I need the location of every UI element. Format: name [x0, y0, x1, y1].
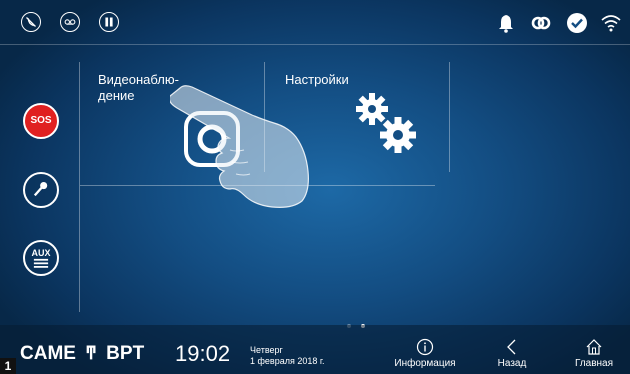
- list-icon: [33, 258, 49, 268]
- wifi-icon: [600, 12, 622, 34]
- do-not-disturb-icon[interactable]: [99, 12, 119, 32]
- status-bar-divider: [0, 44, 630, 45]
- corner-badge: 1: [0, 358, 16, 374]
- brand-separator-icon: ͳ: [85, 343, 97, 363]
- home-button[interactable]: Главная: [566, 338, 622, 369]
- brand-bpt: BPT: [106, 343, 145, 364]
- status-bar: [0, 0, 630, 44]
- tile-video-label-line1: Видеонаблю-: [98, 72, 179, 87]
- info-button[interactable]: Информация: [390, 338, 460, 369]
- info-icon: [416, 338, 434, 356]
- home-label: Главная: [574, 358, 614, 369]
- tile-divider-2: [449, 62, 450, 172]
- check-icon: [566, 12, 588, 34]
- key-button[interactable]: [23, 172, 59, 208]
- clock-time: 19:02: [175, 341, 231, 366]
- brand-logo: CAME ͳ BPT: [20, 343, 144, 365]
- sos-label: SOS: [30, 115, 52, 126]
- voicemail-icon[interactable]: [60, 12, 80, 32]
- link-icon: [530, 12, 552, 34]
- home-screen: SOS AUX Видеонаблю- дение Настройки CAME…: [0, 0, 630, 374]
- gears-icon: [356, 93, 416, 153]
- clock-day: Четверг: [250, 345, 283, 355]
- sos-button[interactable]: SOS: [23, 103, 59, 139]
- back-button[interactable]: Назад: [487, 338, 537, 369]
- chevron-left-icon: [503, 338, 521, 356]
- brand-came: CAME: [20, 343, 76, 364]
- tile-video-label: Видеонаблю- дение: [98, 72, 179, 104]
- tile-video-label-line2: дение: [98, 88, 135, 103]
- clock-date: 1 февраля 2018 г.: [250, 356, 325, 366]
- pointing-hand-icon: [170, 85, 309, 208]
- aux-button[interactable]: AUX: [23, 240, 59, 276]
- bell-icon: [495, 12, 517, 34]
- key-icon: [33, 182, 48, 197]
- home-icon: [585, 338, 603, 356]
- intercom-mute-icon[interactable]: [21, 12, 41, 32]
- info-label: Информация: [394, 358, 456, 369]
- back-label: Назад: [497, 358, 527, 369]
